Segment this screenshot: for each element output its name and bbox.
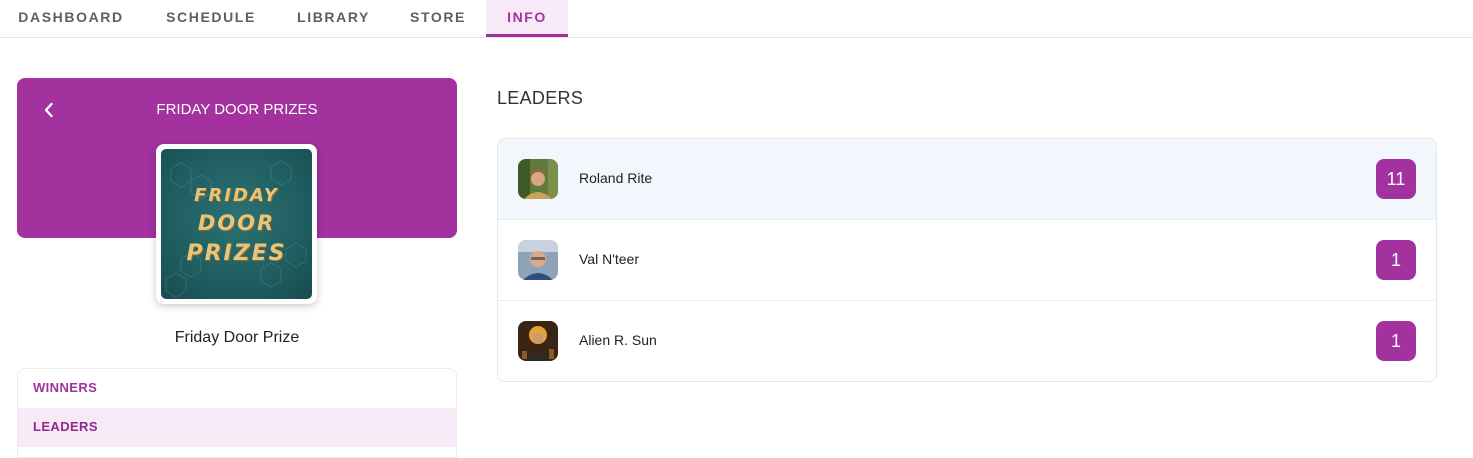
tab-dashboard[interactable]: DASHBOARD xyxy=(0,0,142,37)
thumbnail-line-1: FRIDAY xyxy=(194,185,279,206)
thumbnail-line-3: PRIZES xyxy=(186,241,287,266)
prize-thumbnail-image: FRIDAY DOOR PRIZES xyxy=(161,149,312,299)
tab-library[interactable]: LIBRARY xyxy=(282,0,385,37)
leader-row[interactable]: Alien R. Sun 1 xyxy=(498,301,1436,381)
menu-item-winners[interactable]: WINNERS xyxy=(18,369,456,408)
leader-count-badge: 1 xyxy=(1376,240,1416,280)
menu-item-leaders[interactable]: LEADERS xyxy=(18,408,456,447)
leaders-title: LEADERS xyxy=(497,88,584,108)
leader-count-badge: 1 xyxy=(1376,321,1416,361)
prize-thumbnail: FRIDAY DOOR PRIZES xyxy=(156,144,317,304)
thumbnail-line-2: DOOR xyxy=(197,211,276,235)
leader-name: Alien R. Sun xyxy=(579,332,657,348)
prize-name: Friday Door Prize xyxy=(174,329,300,346)
avatar xyxy=(518,240,558,280)
avatar xyxy=(518,159,558,199)
leader-name: Roland Rite xyxy=(579,170,653,186)
tab-info[interactable]: INFO xyxy=(486,0,568,37)
leaders-list: Roland Rite 11 Val N'teer 1 Alien R. Sun… xyxy=(497,138,1437,382)
leader-count-badge: 11 xyxy=(1376,159,1416,199)
prize-title: FRIDAY DOOR PRIZES xyxy=(156,101,318,118)
avatar xyxy=(518,321,558,361)
leader-row[interactable]: Roland Rite 11 xyxy=(498,139,1436,220)
leader-row[interactable]: Val N'teer 1 xyxy=(498,220,1436,301)
tab-schedule[interactable]: SCHEDULE xyxy=(148,0,274,37)
leader-name: Val N'teer xyxy=(579,251,639,267)
top-nav: DASHBOARD SCHEDULE LIBRARY STORE INFO xyxy=(0,0,1473,38)
tab-store[interactable]: STORE xyxy=(397,0,479,37)
